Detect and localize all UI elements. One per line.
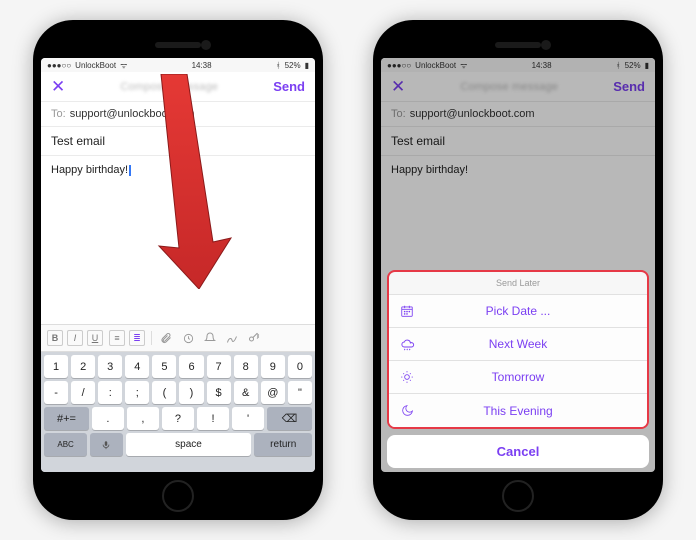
- key-button[interactable]: [246, 330, 262, 346]
- statusbar: ●●●○○ UnlockBoot ᯤ 14:38 ᚼ 52% ▮: [41, 58, 315, 72]
- sheet-item-label: Tomorrow: [492, 370, 545, 384]
- key-:[interactable]: :: [98, 381, 122, 404]
- send-later-sheet: Send Later Pick Date ... Next Week: [387, 270, 649, 429]
- action-sheet-wrap: Send Later Pick Date ... Next Week: [387, 270, 649, 468]
- sun-icon: [399, 369, 415, 385]
- align-button[interactable]: ≣: [129, 330, 145, 346]
- sheet-item-tomorrow[interactable]: Tomorrow: [389, 361, 647, 394]
- calendar-icon: [399, 303, 415, 319]
- keyboard: 1234567890 -/:;()$&@" #+=.,?!'⌫ ABC spac…: [41, 352, 315, 472]
- later-button[interactable]: [180, 330, 196, 346]
- sheet-header: Send Later: [389, 272, 647, 295]
- italic-button[interactable]: I: [67, 330, 83, 346]
- to-value: support@unlockboot.com: [70, 108, 195, 120]
- reminder-button[interactable]: [202, 330, 218, 346]
- key-7[interactable]: 7: [207, 355, 231, 378]
- key-1[interactable]: 1: [44, 355, 68, 378]
- bluetooth-icon: ᚼ: [276, 61, 281, 70]
- moon-icon: [399, 403, 415, 419]
- screen-right: ●●●○○ UnlockBoot ᯤ 14:38 ᚼ 52% ▮ ✕ Compo…: [381, 58, 655, 472]
- signal-icon: ●●●○○: [47, 61, 71, 70]
- keyboard-row-symbols-2: #+=.,?!'⌫: [44, 407, 312, 430]
- close-button[interactable]: ✕: [51, 77, 65, 97]
- key-([interactable]: (: [152, 381, 176, 404]
- sheet-item-label: Next Week: [489, 337, 547, 351]
- clock: 14:38: [192, 61, 212, 70]
- key-@[interactable]: @: [261, 381, 285, 404]
- battery-pct: 52%: [285, 61, 301, 70]
- keyboard-return[interactable]: return: [254, 433, 312, 456]
- key-3[interactable]: 3: [98, 355, 122, 378]
- key-5[interactable]: 5: [152, 355, 176, 378]
- key-0[interactable]: 0: [288, 355, 312, 378]
- keyboard-row-numbers: 1234567890: [44, 355, 312, 378]
- wifi-icon: ᯤ: [120, 60, 127, 71]
- key-"[interactable]: ": [288, 381, 312, 404]
- key-)[interactable]: ): [179, 381, 203, 404]
- key-![interactable]: !: [197, 407, 229, 430]
- cloud-icon: [399, 336, 415, 352]
- key-2[interactable]: 2: [71, 355, 95, 378]
- sheet-item-label: This Evening: [483, 404, 552, 418]
- phone-right: ●●●○○ UnlockBoot ᯤ 14:38 ᚼ 52% ▮ ✕ Compo…: [373, 20, 663, 520]
- toolbar-divider: [151, 331, 152, 345]
- key-9[interactable]: 9: [261, 355, 285, 378]
- sheet-item-label: Pick Date ...: [486, 304, 551, 318]
- sheet-item-next-week[interactable]: Next Week: [389, 328, 647, 361]
- battery-icon: ▮: [305, 61, 309, 70]
- key-.[interactable]: .: [92, 407, 124, 430]
- keyboard-mic[interactable]: [90, 433, 122, 456]
- key-8[interactable]: 8: [234, 355, 258, 378]
- signature-button[interactable]: [224, 330, 240, 346]
- home-button[interactable]: [502, 480, 534, 512]
- sheet-item-this-evening[interactable]: This Evening: [389, 394, 647, 427]
- key-?[interactable]: ?: [162, 407, 194, 430]
- format-toolbar: B I U ≡ ≣: [41, 324, 315, 352]
- home-button[interactable]: [162, 480, 194, 512]
- keyboard-abc[interactable]: ABC: [44, 433, 87, 456]
- key-4[interactable]: 4: [125, 355, 149, 378]
- underline-button[interactable]: U: [87, 330, 103, 346]
- key-⌫[interactable]: ⌫: [267, 407, 312, 430]
- carrier-name: UnlockBoot: [75, 61, 116, 70]
- key-$[interactable]: $: [207, 381, 231, 404]
- key-/[interactable]: /: [71, 381, 95, 404]
- sheet-item-pick-date[interactable]: Pick Date ...: [389, 295, 647, 328]
- send-button[interactable]: Send: [273, 79, 305, 94]
- key-6[interactable]: 6: [179, 355, 203, 378]
- subject-field[interactable]: Test email: [41, 127, 315, 156]
- body-field[interactable]: Happy birthday!: [41, 156, 315, 256]
- to-field[interactable]: To: support@unlockboot.com: [41, 102, 315, 127]
- keyboard-row-symbols-1: -/:;()$&@": [44, 381, 312, 404]
- phone-left: ●●●○○ UnlockBoot ᯤ 14:38 ᚼ 52% ▮ ✕ Compo…: [33, 20, 323, 520]
- key-&[interactable]: &: [234, 381, 258, 404]
- screen-left: ●●●○○ UnlockBoot ᯤ 14:38 ᚼ 52% ▮ ✕ Compo…: [41, 58, 315, 472]
- to-label: To:: [51, 108, 66, 120]
- attach-button[interactable]: [158, 330, 174, 346]
- key-,[interactable]: ,: [127, 407, 159, 430]
- keyboard-space[interactable]: space: [126, 433, 252, 456]
- nav-title: Compose message: [120, 81, 218, 93]
- bold-button[interactable]: B: [47, 330, 63, 346]
- cancel-button[interactable]: Cancel: [387, 435, 649, 468]
- key-#+=[interactable]: #+=: [44, 407, 89, 430]
- list-button[interactable]: ≡: [109, 330, 125, 346]
- key-'[interactable]: ': [232, 407, 264, 430]
- navbar: ✕ Compose message Send: [41, 72, 315, 102]
- key-;[interactable]: ;: [125, 381, 149, 404]
- key--[interactable]: -: [44, 381, 68, 404]
